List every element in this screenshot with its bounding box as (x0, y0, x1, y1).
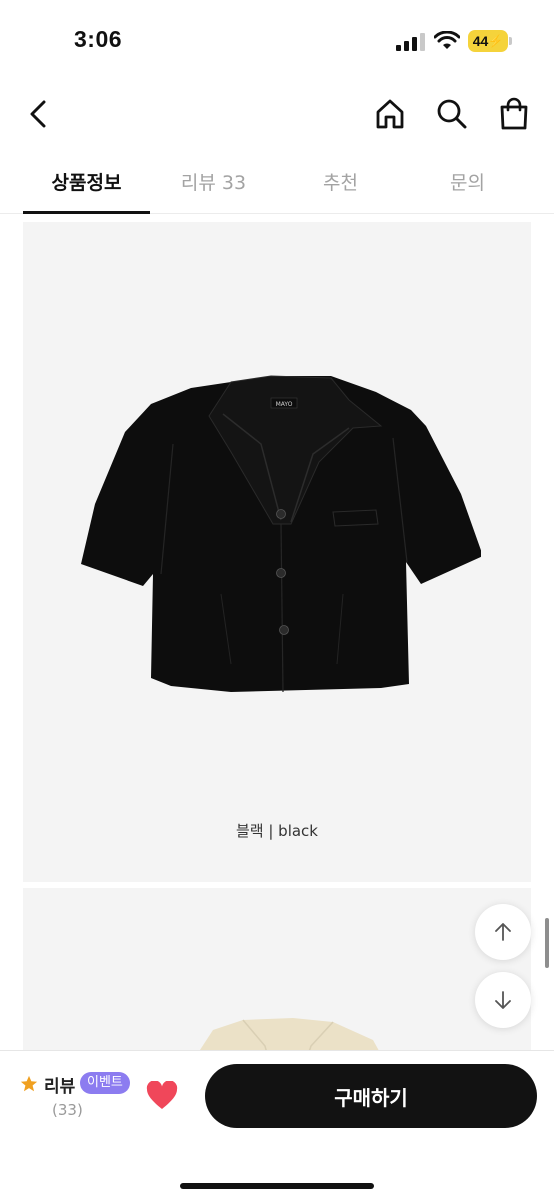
arrow-up-icon (495, 923, 511, 941)
navigation-bar (0, 80, 554, 150)
brand-tag: MAYO (276, 401, 293, 408)
tab-recommend[interactable]: 추천 (277, 150, 404, 214)
wifi-icon (434, 31, 460, 49)
review-summary[interactable]: 리뷰 이벤트 (33) (20, 1071, 140, 1127)
event-badge: 이벤트 (80, 1072, 130, 1094)
home-indicator (180, 1183, 374, 1189)
tab-reviews[interactable]: 리뷰 33 (150, 150, 277, 214)
home-icon[interactable] (372, 96, 408, 132)
product-tabs: 상품정보 리뷰 33 추천 문의 (0, 150, 554, 214)
product-caption: 블랙 | black (235, 822, 318, 840)
active-tab-indicator (23, 211, 150, 214)
status-bar: 3:06 44 ⚡ (0, 0, 554, 80)
battery-level: 44 (472, 33, 489, 49)
scroll-bottom-button[interactable] (475, 972, 531, 1028)
buy-button[interactable]: 구매하기 (205, 1064, 537, 1128)
status-time: 3:06 (74, 26, 123, 52)
shopping-bag-icon[interactable] (496, 96, 532, 132)
search-icon[interactable] (434, 96, 470, 132)
review-label: 리뷰 (44, 1077, 76, 1097)
back-icon[interactable] (22, 96, 58, 132)
battery-cap (509, 37, 512, 45)
arrow-down-icon (495, 991, 511, 1009)
tab-product-info[interactable]: 상품정보 (23, 150, 150, 214)
review-count: (33) (52, 1101, 83, 1119)
charging-icon: ⚡ (488, 34, 504, 48)
scroll-top-button[interactable] (475, 904, 531, 960)
cellular-signal-icon (396, 33, 425, 51)
scrollbar-thumb[interactable] (545, 918, 549, 968)
bottom-action-bar: 리뷰 이벤트 (33) 구매하기 (0, 1050, 554, 1200)
star-icon (20, 1075, 38, 1092)
tab-inquiry[interactable]: 문의 (404, 150, 531, 214)
product-image-black-shirt[interactable]: MAYO (81, 374, 481, 704)
product-image-card: MAYO 블랙 | black (23, 222, 531, 882)
battery-indicator: 44 ⚡ (468, 30, 508, 52)
heart-icon[interactable] (146, 1081, 178, 1111)
